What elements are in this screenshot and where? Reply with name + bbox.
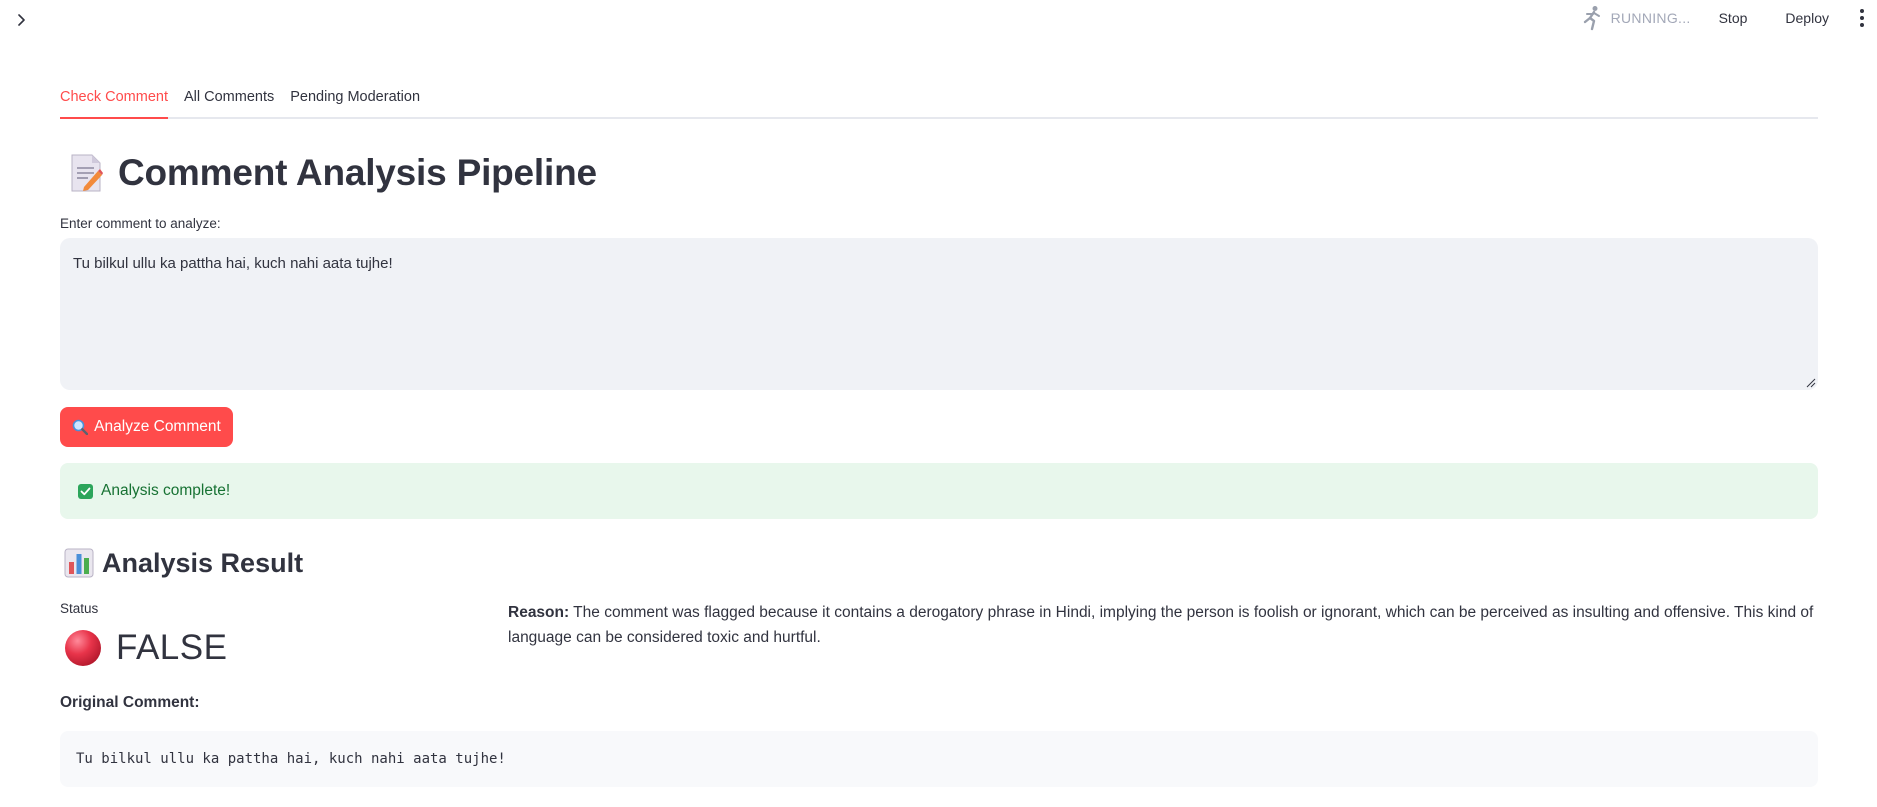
reason-body: The comment was flagged because it conta… [508, 604, 1814, 646]
memo-icon [71, 154, 103, 192]
result-title: Analysis Result [102, 547, 304, 578]
comment-input-label: Enter comment to analyze: [60, 216, 221, 231]
alert-text: Analysis complete! [101, 482, 231, 499]
comment-input[interactable]: Tu bilkul ullu ka pattha hai, kuch nahi … [60, 238, 1818, 390]
deploy-button[interactable]: Deploy [1777, 6, 1837, 30]
bar-chart-icon [64, 548, 94, 578]
magnifier-icon [72, 419, 89, 435]
status-label: Status [60, 601, 99, 616]
tab-bar: Check Comment All Comments Pending Moder… [60, 82, 1818, 119]
header-actions: RUNNING... Stop Deploy [1579, 0, 1877, 36]
app-header: RUNNING... Stop Deploy [0, 0, 1877, 40]
stop-button[interactable]: Stop [1711, 6, 1756, 30]
success-alert: Analysis complete! [60, 463, 1818, 519]
red-circle-icon [65, 630, 101, 666]
result-heading: Analysis Result [60, 545, 303, 581]
chevron-right-icon[interactable] [14, 12, 30, 28]
reason-label: Reason: [508, 604, 570, 621]
tab-check-comment[interactable]: Check Comment [60, 82, 168, 119]
resize-handle-icon[interactable] [1806, 378, 1816, 388]
analyze-comment-button[interactable]: Analyze Comment [60, 407, 233, 447]
original-comment-code: Tu bilkul ullu ka pattha hai, kuch nahi … [60, 731, 1818, 787]
page-title: Comment Analysis Pipeline [60, 148, 597, 198]
status-metric: FALSE [64, 626, 227, 670]
original-comment-label: Original Comment: [60, 694, 200, 711]
running-status: RUNNING... [1610, 10, 1691, 26]
tab-all-comments[interactable]: All Comments [184, 82, 274, 117]
page-title-text: Comment Analysis Pipeline [118, 152, 597, 193]
analyze-button-label: Analyze Comment [94, 418, 221, 435]
running-man-icon [1579, 5, 1605, 31]
kebab-menu-icon[interactable] [1853, 5, 1871, 31]
tab-pending-moderation[interactable]: Pending Moderation [290, 82, 420, 117]
check-mark-icon [78, 483, 93, 499]
reason-text: Reason: The comment was flagged because … [508, 600, 1818, 650]
status-value: FALSE [116, 628, 228, 667]
